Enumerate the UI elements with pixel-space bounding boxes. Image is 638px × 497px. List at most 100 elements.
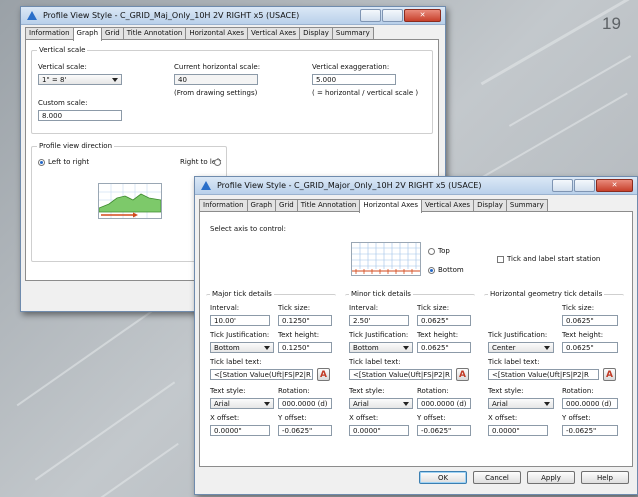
geometry-text-style-select[interactable]: Arial	[488, 398, 554, 409]
tab-display[interactable]: Display	[473, 199, 507, 211]
autocad-civil-icon	[27, 11, 37, 20]
geometry-y-offset-input[interactable]: -0.0625"	[562, 425, 618, 436]
front-dialog-titlebar[interactable]: Profile View Style - C_GRID_Major_Only_1…	[195, 177, 637, 195]
minor-text-style-select[interactable]: Arial	[349, 398, 413, 409]
rotation-label: Rotation:	[417, 387, 449, 395]
chevron-down-icon	[403, 402, 409, 406]
apply-button[interactable]: Apply	[527, 471, 575, 484]
geometry-rotation-input[interactable]: 000.0000 (d)	[562, 398, 618, 409]
minor-tick-label-text-input[interactable]: <[Station Value(Uft|FS|P2|R	[349, 369, 452, 380]
major-text-style-select[interactable]: Arial	[210, 398, 274, 409]
tab-information[interactable]: Information	[199, 199, 248, 211]
custom-scale-input[interactable]: 8.000	[38, 110, 122, 121]
close-button[interactable]: ✕	[596, 179, 633, 192]
text-height-label: Text height:	[562, 331, 604, 339]
tab-display[interactable]: Display	[299, 27, 333, 39]
tab-title-annotation[interactable]: Title Annotation	[296, 199, 361, 211]
geometry-tick-label-text-input[interactable]: <[Station Value(Uft|FS|P2|R	[488, 369, 599, 380]
text-style-value: Arial	[214, 400, 230, 408]
geometry-tick-size-input[interactable]: 0.0625"	[562, 315, 618, 326]
tab-grid[interactable]: Grid	[275, 199, 298, 211]
back-dialog-titlebar[interactable]: Profile View Style - C_GRID_Maj_Only_10H…	[21, 7, 445, 25]
tab-graph[interactable]: Graph	[246, 199, 277, 211]
tab-vertical-axes[interactable]: Vertical Axes	[420, 199, 475, 211]
front-dialog-title: Profile View Style - C_GRID_Major_Only_1…	[217, 181, 482, 190]
minor-justification-select[interactable]: Bottom	[349, 342, 413, 353]
y-offset-label: Y offset:	[562, 414, 591, 422]
tab-graph[interactable]: Graph	[72, 27, 103, 41]
horizontal-scale-field: 40	[174, 74, 258, 85]
background-decoration	[71, 442, 179, 497]
horizontal-scale-note: (From drawing settings)	[174, 89, 258, 97]
label-style-composer-icon[interactable]: A	[317, 368, 330, 381]
major-y-offset-input[interactable]: -0.0625"	[278, 425, 332, 436]
major-justification-select[interactable]: Bottom	[210, 342, 274, 353]
geometry-justification-select[interactable]: Center	[488, 342, 554, 353]
justification-value: Bottom	[353, 344, 379, 352]
label-style-composer-icon[interactable]: A	[603, 368, 616, 381]
maximize-button[interactable]	[382, 9, 403, 22]
major-rotation-input[interactable]: 000.0000 (d)	[278, 398, 332, 409]
minimize-button[interactable]	[552, 179, 573, 192]
cancel-button[interactable]: Cancel	[473, 471, 521, 484]
tab-horizontal-axes[interactable]: Horizontal Axes	[359, 199, 422, 213]
justification-value: Center	[492, 344, 516, 352]
tab-horizontal-axes[interactable]: Horizontal Axes	[185, 27, 248, 39]
tick-size-label: Tick size:	[417, 304, 450, 312]
help-button[interactable]: Help	[581, 471, 629, 484]
chevron-down-icon	[264, 402, 270, 406]
tab-vertical-axes[interactable]: Vertical Axes	[246, 27, 301, 39]
chevron-down-icon	[112, 78, 118, 82]
close-button[interactable]: ✕	[404, 9, 441, 22]
profile-direction-preview	[98, 183, 162, 219]
vertical-exaggeration-input[interactable]: 5.000	[312, 74, 396, 85]
tab-summary[interactable]: Summary	[331, 27, 374, 39]
tick-start-station-checkbox[interactable]	[497, 256, 504, 263]
minor-tick-size-input[interactable]: 0.0625"	[417, 315, 471, 326]
maximize-button[interactable]	[574, 179, 595, 192]
vertical-scale-group: Vertical scale Vertical scale: 1" = 8' C…	[31, 46, 433, 134]
minor-text-height-input[interactable]: 0.0625"	[417, 342, 471, 353]
vertical-scale-select[interactable]: 1" = 8'	[38, 74, 122, 85]
minimize-button[interactable]	[360, 9, 381, 22]
label-style-composer-icon[interactable]: A	[456, 368, 469, 381]
tab-grid[interactable]: Grid	[101, 27, 124, 39]
minor-x-offset-input[interactable]: 0.0000"	[349, 425, 409, 436]
front-dialog: Profile View Style - C_GRID_Major_Only_1…	[194, 176, 638, 495]
horizontal-axes-tab-page: Select axis to control: Top Bottom Tick …	[199, 211, 633, 467]
major-x-offset-input[interactable]: 0.0000"	[210, 425, 270, 436]
background-decoration	[16, 295, 174, 407]
ok-button[interactable]: OK	[419, 471, 467, 484]
chevron-down-icon	[544, 346, 550, 350]
vertical-scale-value: 1" = 8'	[42, 76, 67, 84]
major-tick-label-text-input[interactable]: <[Station Value(Uft|FS|P2|R	[210, 369, 313, 380]
minor-rotation-input[interactable]: 000.0000 (d)	[417, 398, 471, 409]
major-interval-input[interactable]: 10.00'	[210, 315, 270, 326]
group-title: Vertical scale	[37, 46, 88, 54]
minor-interval-input[interactable]: 2.50'	[349, 315, 409, 326]
minor-y-offset-input[interactable]: -0.0625"	[417, 425, 471, 436]
group-title: Minor tick details	[349, 290, 413, 298]
axis-top-radio[interactable]	[428, 248, 435, 255]
rotation-label: Rotation:	[562, 387, 594, 395]
justification-label: Tick Justification:	[349, 331, 409, 339]
geometry-text-height-input[interactable]: 0.0625"	[562, 342, 618, 353]
left-to-right-radio[interactable]	[38, 159, 45, 166]
vertical-exaggeration-label: Vertical exaggeration:	[312, 63, 390, 71]
axis-bottom-radio[interactable]	[428, 267, 435, 274]
horizontal-scale-label: Current horizontal scale:	[174, 63, 261, 71]
rotation-label: Rotation:	[278, 387, 310, 395]
major-text-height-input[interactable]: 0.1250"	[278, 342, 332, 353]
tab-summary[interactable]: Summary	[505, 199, 548, 211]
major-tick-size-input[interactable]: 0.1250"	[278, 315, 332, 326]
autocad-civil-icon	[201, 181, 211, 190]
minor-tick-details-group: Minor tick details Interval: 2.50' Tick …	[345, 290, 475, 463]
custom-scale-label: Custom scale:	[38, 99, 88, 107]
x-offset-label: X offset:	[349, 414, 379, 422]
x-offset-label: X offset:	[488, 414, 518, 422]
right-to-left-radio[interactable]	[214, 159, 221, 166]
geometry-x-offset-input[interactable]: 0.0000"	[488, 425, 548, 436]
tab-information[interactable]: Information	[25, 27, 74, 39]
tick-label-text-label: Tick label text:	[210, 358, 262, 366]
tab-title-annotation[interactable]: Title Annotation	[122, 27, 187, 39]
